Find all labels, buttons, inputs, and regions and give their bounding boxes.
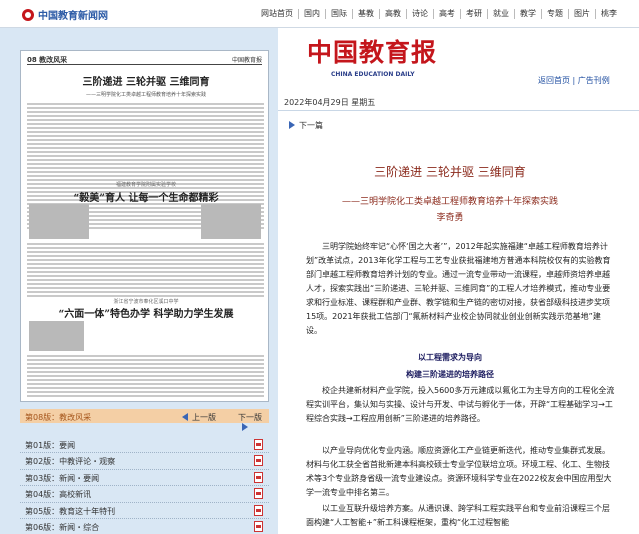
top-links: 返回首页 | 广告刊例	[538, 75, 610, 86]
section-subtitle: 构建三阶递进的培养路径	[406, 370, 494, 379]
site-logo[interactable]: 中国教育新闻网	[22, 7, 108, 22]
nav-item-gaokao[interactable]: 高考	[433, 9, 460, 19]
edition-link[interactable]: 第04版：高校新讯	[25, 490, 91, 499]
pdf-icon[interactable]	[254, 439, 263, 450]
current-edition-label: 第08版：教改风采	[25, 413, 92, 422]
next-article-label: 下一篇	[299, 121, 323, 130]
next-article-button[interactable]: 下一篇	[289, 120, 323, 131]
nav-item-topics[interactable]: 专题	[541, 9, 568, 19]
paper-text-block-3	[27, 355, 264, 399]
paper-text-block-2	[27, 243, 264, 299]
home-link[interactable]: 返回首页	[538, 76, 570, 85]
article-title: 三阶递进 三轮并驱 三维同育	[374, 165, 526, 179]
article-paragraph: 以工业互联升级培养方案。从通识课、跨学科工程实践平台和专业前沿课程三个层面构建“…	[306, 504, 610, 527]
next-edition-button[interactable]: 下一版	[238, 412, 269, 432]
arrow-right-icon	[242, 423, 248, 431]
masthead-english: CHINA EDUCATION DAILY	[331, 71, 415, 78]
paper-page-header: 08 教改风采 中国教育报	[27, 55, 262, 65]
article-subtitle: ——三明学院化工类卓越工程师教育培养十年探索实践	[341, 197, 558, 207]
ads-link[interactable]: 广告刊例	[578, 76, 610, 85]
next-edition-label: 下一版	[238, 413, 262, 422]
edition-link[interactable]: 第02版：中教评论・观察	[25, 457, 115, 466]
paper-photo-3	[29, 321, 84, 351]
issue-date: 2022年04月29日 星期五	[284, 98, 376, 107]
pdf-icon[interactable]	[254, 471, 263, 483]
edition-list-item[interactable]: 第05版：教育这十年特刊	[20, 503, 269, 519]
nav-item-jobs[interactable]: 就业	[487, 9, 514, 19]
pdf-icon[interactable]	[254, 504, 263, 516]
paper-article2-sub: 福建教育学院附属实验学校	[115, 182, 176, 188]
paper-article3-title: “六面一体”特色办学 科学助力学生发展	[58, 309, 234, 320]
nav-item-domestic[interactable]: 国内	[298, 9, 325, 19]
main-nav: 网站首页 国内 国际 基教 高教 诗论 高考 考研 就业 教学 专题 图片 桃李	[256, 9, 622, 19]
pdf-icon[interactable]	[254, 455, 263, 467]
paper-name-label: 中国教育报	[231, 57, 262, 64]
edition-list-item[interactable]: 第02版：中教评论・观察	[20, 453, 269, 470]
arrow-right-icon	[289, 121, 295, 129]
nav-item-commentary[interactable]: 诗论	[406, 9, 433, 19]
paper-article2-title: “毅美”育人 让每一个生命都精彩	[73, 193, 219, 204]
nav-item-higher-edu[interactable]: 高教	[379, 9, 406, 19]
edition-link[interactable]: 第01版：要闻	[25, 441, 75, 450]
section-title: 以工程需求为导向	[418, 353, 482, 362]
article-paragraph: 三明学院始终牢记“心怀‘国之大者’”，2012年起实施福建“卓越工程师教育培养计…	[306, 242, 611, 335]
article-paragraph: 校企共建新材料产业学院，投入5600多万元建成以氟化工为主导方向的工程化全流程实…	[306, 386, 615, 423]
paper-headline-sub: ——三明学院化工类卓越工程师教育培养十年探索实践	[85, 92, 206, 98]
prev-edition-label: 上一版	[192, 413, 216, 422]
edition-link[interactable]: 第06版：新闻・综合	[25, 523, 99, 532]
pdf-icon[interactable]	[254, 520, 263, 532]
paper-page-label: 08 教改风采	[27, 56, 68, 64]
edition-list-item[interactable]: 第03版：新闻・要闻	[20, 470, 269, 487]
nav-item-taoli[interactable]: 桃李	[595, 9, 622, 19]
site-logo-text: 中国教育新闻网	[38, 11, 108, 22]
nav-item-kaoyan[interactable]: 考研	[460, 9, 487, 19]
paper-photo-1	[29, 204, 89, 239]
nav-item-home[interactable]: 网站首页	[256, 9, 298, 19]
paper-headline-block: 三阶递进 三轮并驱 三维同育 ——三明学院化工类卓越工程师教育培养十年探索实践	[71, 73, 221, 98]
paper-photo-2	[201, 204, 261, 239]
newspaper-page-image[interactable]: 08 教改风采 中国教育报 三阶递进 三轮并驱 三维同育 ——三明学院化工类卓越…	[20, 50, 269, 402]
top-bar: 中国教育新闻网 网站首页 国内 国际 基教 高教 诗论 高考 考研 就业 教学 …	[0, 0, 639, 28]
article-author: 李奇勇	[436, 213, 464, 223]
edition-link[interactable]: 第05版：教育这十年特刊	[25, 507, 115, 516]
header-divider	[278, 110, 639, 111]
paper-article3-sub: 浙江省宁波市奉化区溪口中学	[113, 299, 179, 305]
prev-edition-button[interactable]: 上一版	[182, 412, 216, 423]
pdf-icon[interactable]	[254, 488, 263, 500]
edition-pager: 第08版：教改风采 上一版 下一版	[20, 409, 269, 431]
paper-headline: 三阶递进 三轮并驱 三维同育	[82, 77, 210, 88]
nav-item-teaching[interactable]: 教学	[514, 9, 541, 19]
arrow-left-icon	[182, 413, 188, 421]
link-divider: |	[572, 76, 576, 85]
edition-list-item[interactable]: 第06版：新闻・综合	[20, 519, 269, 534]
edition-link[interactable]: 第03版：新闻・要闻	[25, 474, 99, 483]
masthead-title: 中国教育报	[307, 38, 438, 67]
nav-item-basic-edu[interactable]: 基教	[352, 9, 379, 19]
edition-list-item[interactable]: 第04版：高校新讯	[20, 486, 269, 503]
logo-mark-icon	[22, 8, 34, 21]
masthead: 中国教育报 CHINA EDUCATION DAILY	[307, 33, 437, 78]
edition-list-item[interactable]: 第01版：要闻	[20, 437, 269, 454]
article-paragraph: 以产业导向优化专业内涵。顺应资源化工产业链更新迭代，推动专业集群式发展。材料与化…	[306, 446, 612, 497]
edition-list: 第01版：要闻 第02版：中教评论・观察 第03版：新闻・要闻 第04版：高校新…	[20, 437, 269, 534]
nav-item-photos[interactable]: 图片	[568, 9, 595, 19]
nav-item-international[interactable]: 国际	[325, 9, 352, 19]
